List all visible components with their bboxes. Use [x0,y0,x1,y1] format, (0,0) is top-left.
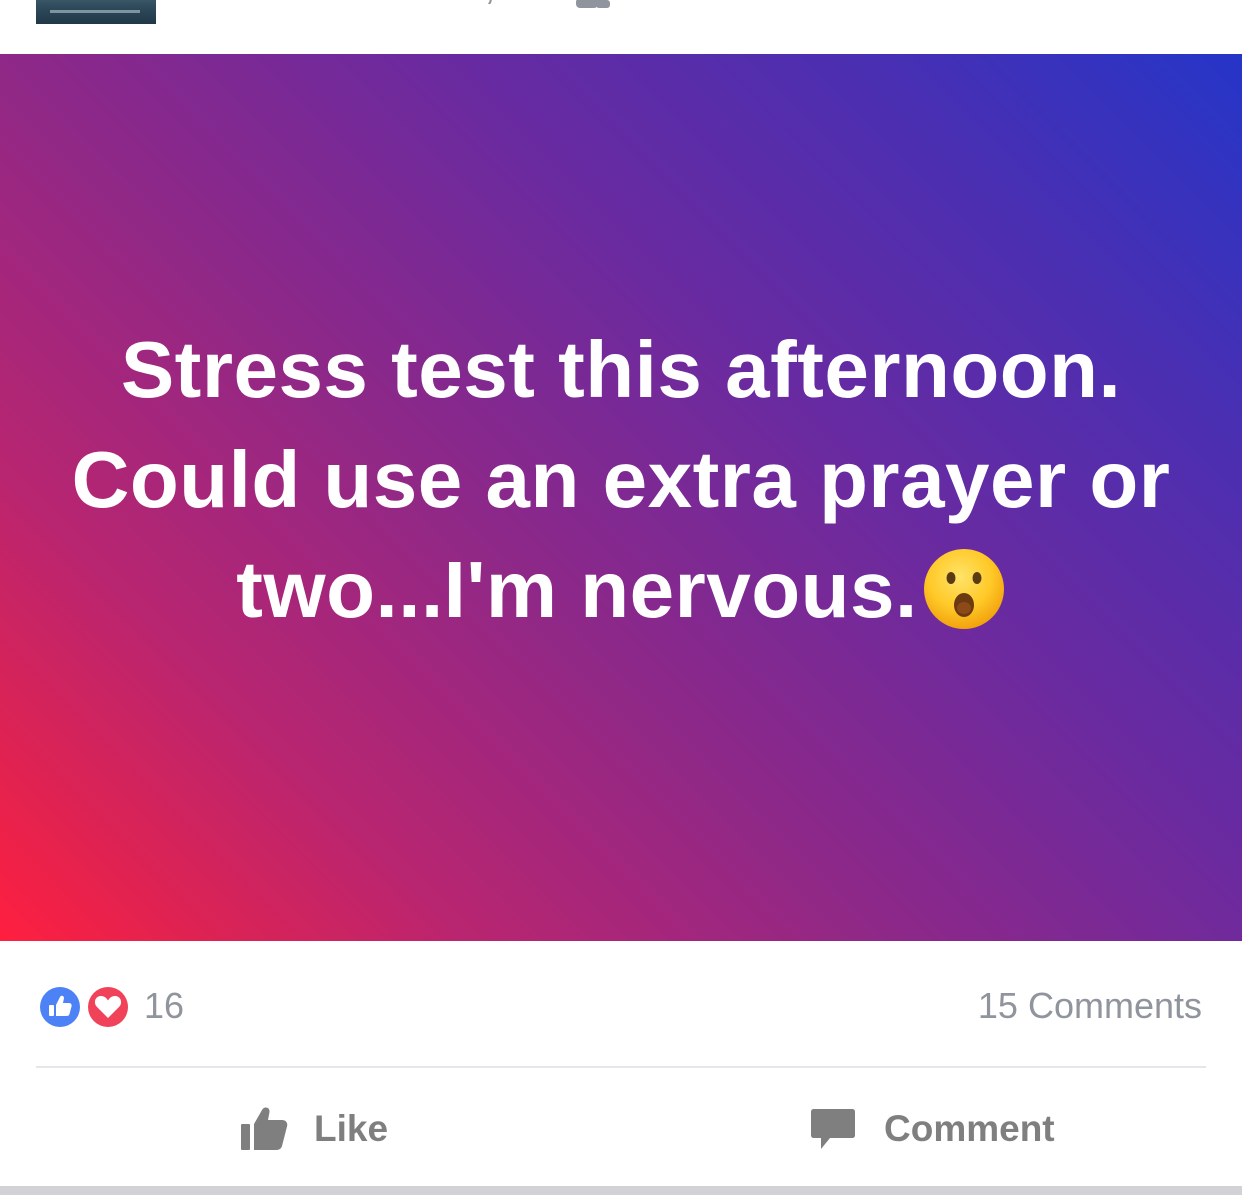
post-meta: 2 hrs · Park Hills, MO · [182,0,598,9]
feed-separator [0,1186,1242,1195]
comment-button[interactable]: Comment [810,1104,1055,1154]
like-label: Like [314,1108,389,1149]
comments-count[interactable]: 15 Comments [978,985,1202,1027]
action-bar: Like Comment [0,1068,1242,1186]
like-reaction-icon [37,984,83,1030]
speech-bubble-icon [811,1109,855,1149]
avatar-image-detail [50,10,140,13]
reaction-count[interactable]: 16 [144,985,184,1027]
reactions-bar: 16 15 Comments [0,941,1242,1067]
comment-label: Comment [884,1108,1055,1149]
friends-icon [576,0,610,8]
avatar[interactable] [36,0,156,24]
thumbs-up-icon [241,1107,288,1150]
hushed-face-emoji [923,548,1004,629]
reaction-icons[interactable] [36,983,136,1031]
post-header: 2 hrs · Park Hills, MO · [0,0,1242,54]
status-text: Stress test this afternoon. Could use an… [66,315,1176,645]
facebook-post: 2 hrs · Park Hills, MO · Stress test thi… [0,0,1242,1195]
status-background: Stress test this afternoon. Could use an… [0,54,1242,941]
like-button[interactable]: Like [240,1104,388,1154]
love-reaction-icon [85,984,131,1030]
